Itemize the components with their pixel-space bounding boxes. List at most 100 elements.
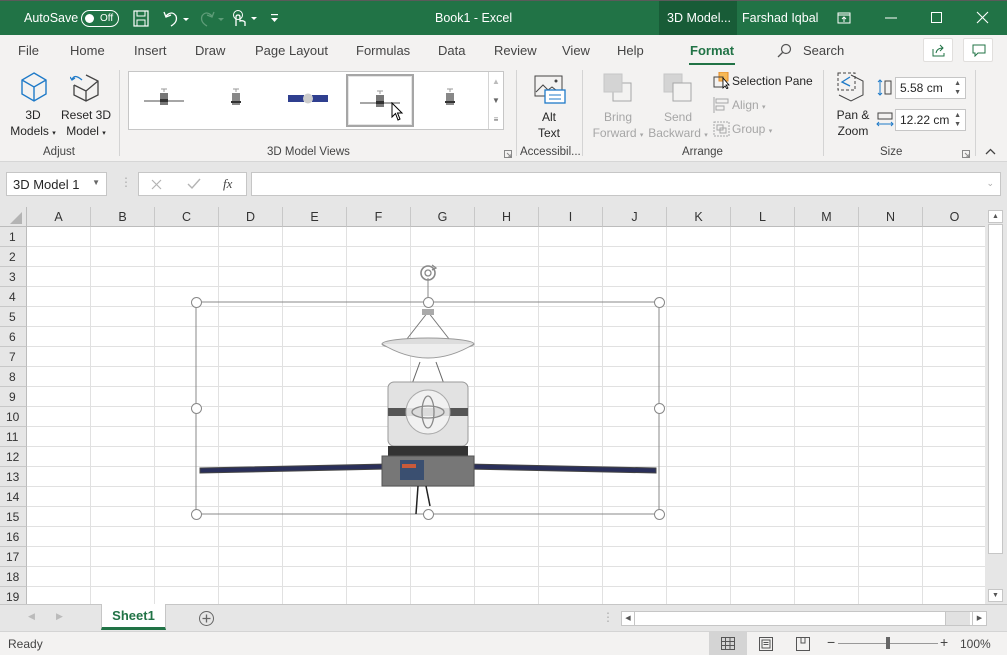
tab-help[interactable]: Help <box>617 43 644 58</box>
user-name[interactable]: Farshad Iqbal <box>742 11 818 25</box>
select-all-button[interactable] <box>0 207 27 227</box>
row-header-14[interactable]: 14 <box>0 487 27 507</box>
resize-handle-top[interactable] <box>423 297 434 308</box>
resize-handle-left[interactable] <box>191 403 202 414</box>
scroll-down-button[interactable]: ▼ <box>988 589 1003 602</box>
vertical-scroll-thumb[interactable] <box>988 224 1003 554</box>
row-header-1[interactable]: 1 <box>0 227 27 247</box>
cancel-icon[interactable] <box>151 179 162 190</box>
column-header-a[interactable]: A <box>27 207 91 227</box>
scroll-up-button[interactable]: ▲ <box>988 210 1003 223</box>
comments-button[interactable] <box>963 38 993 62</box>
name-box[interactable]: 3D Model 1 ▼ <box>6 172 107 196</box>
row-header-3[interactable]: 3 <box>0 267 27 287</box>
row-header-9[interactable]: 9 <box>0 387 27 407</box>
resize-handle-top-right[interactable] <box>654 297 665 308</box>
scroll-left-button[interactable]: ◀ <box>622 612 635 625</box>
customize-qat-icon[interactable] <box>270 12 280 24</box>
tab-draw[interactable]: Draw <box>195 43 225 58</box>
scroll-right-button[interactable]: ▶ <box>972 612 986 625</box>
zoom-in-button[interactable]: + <box>940 634 948 650</box>
resize-handle-top-left[interactable] <box>191 297 202 308</box>
tab-data[interactable]: Data <box>438 43 465 58</box>
row-header-5[interactable]: 5 <box>0 307 27 327</box>
resize-handle-right[interactable] <box>654 403 665 414</box>
column-header-i[interactable]: I <box>539 207 603 227</box>
close-icon[interactable] <box>976 11 989 24</box>
formula-input[interactable]: ⌄ <box>251 172 1001 196</box>
maximize-icon[interactable] <box>931 12 943 24</box>
column-header-o[interactable]: O <box>923 207 987 227</box>
height-spinner[interactable]: ▲ ▼ <box>954 79 961 97</box>
dialog-launcher-icon[interactable] <box>504 150 512 158</box>
resize-handle-bottom-left[interactable] <box>191 509 202 520</box>
row-header-17[interactable]: 17 <box>0 547 27 567</box>
expand-formula-bar-icon[interactable]: ⌄ <box>986 178 994 189</box>
resize-handle-bottom-right[interactable] <box>654 509 665 520</box>
sheet-tab-sheet1[interactable]: Sheet1 <box>101 604 166 630</box>
column-header-c[interactable]: C <box>155 207 219 227</box>
column-header-h[interactable]: H <box>475 207 539 227</box>
row-header-2[interactable]: 2 <box>0 247 27 267</box>
3d-view-option-1[interactable] <box>132 74 200 127</box>
row-header-12[interactable]: 12 <box>0 447 27 467</box>
gallery-scroll-down[interactable]: ▼ <box>488 91 503 110</box>
resize-handle-bottom[interactable] <box>423 509 434 520</box>
share-button[interactable] <box>923 38 953 62</box>
reset-3d-model-button[interactable]: Reset 3D Model ▾ <box>60 69 112 139</box>
tab-page-layout[interactable]: Page Layout <box>255 43 328 58</box>
gallery-more-button[interactable]: ≡ <box>488 110 503 129</box>
row-header-4[interactable]: 4 <box>0 287 27 307</box>
zoom-slider-thumb[interactable] <box>886 637 890 649</box>
tab-formulas[interactable]: Formulas <box>356 43 410 58</box>
tab-review[interactable]: Review <box>494 43 537 58</box>
shape-height-input[interactable]: 5.58 cm ▲ ▼ <box>895 77 966 99</box>
prev-sheet-icon[interactable]: ◀ <box>28 611 35 622</box>
row-header-6[interactable]: 6 <box>0 327 27 347</box>
save-icon[interactable] <box>133 10 149 27</box>
size-dialog-launcher-icon[interactable] <box>962 150 970 158</box>
tab-split-grip[interactable]: ⋮ <box>602 610 614 624</box>
column-header-f[interactable]: F <box>347 207 411 227</box>
name-box-dropdown-icon[interactable]: ▼ <box>92 178 100 187</box>
column-header-m[interactable]: M <box>795 207 859 227</box>
undo-icon[interactable] <box>162 10 190 27</box>
next-sheet-icon[interactable]: ▶ <box>56 611 63 622</box>
touch-mode-icon[interactable] <box>230 9 260 28</box>
normal-view-button[interactable] <box>709 632 747 655</box>
ribbon-display-options-icon[interactable] <box>837 11 851 25</box>
formula-bar-grip[interactable]: ⋮ <box>120 175 132 189</box>
tab-view[interactable]: View <box>562 43 590 58</box>
column-header-k[interactable]: K <box>667 207 731 227</box>
insert-function-icon[interactable]: fx <box>223 176 232 192</box>
horizontal-scrollbar[interactable]: ◀ ▶ <box>621 611 987 626</box>
search-label[interactable]: Search <box>803 43 844 58</box>
column-header-e[interactable]: E <box>283 207 347 227</box>
3d-models-button[interactable]: 3D Models ▾ <box>8 69 58 139</box>
worksheet-grid[interactable]: ABCDEFGHIJKLMNO 1 2 3 4 5 6 7 8 9 10 11 12 13 14 15 16 1… <box>0 207 1007 607</box>
3d-view-option-5[interactable] <box>418 74 486 127</box>
selection-pane-button[interactable]: Selection Pane <box>712 72 816 90</box>
3d-view-option-3[interactable] <box>276 74 344 127</box>
page-layout-view-icon[interactable] <box>759 637 773 651</box>
zoom-out-button[interactable]: − <box>827 634 835 650</box>
row-header-10[interactable]: 10 <box>0 407 27 427</box>
new-sheet-icon[interactable] <box>198 610 215 627</box>
row-header-8[interactable]: 8 <box>0 367 27 387</box>
row-header-16[interactable]: 16 <box>0 527 27 547</box>
column-header-n[interactable]: N <box>859 207 923 227</box>
column-header-j[interactable]: J <box>603 207 667 227</box>
3d-model-object[interactable] <box>191 264 665 520</box>
row-header-13[interactable]: 13 <box>0 467 27 487</box>
horizontal-scroll-thumb[interactable] <box>636 612 946 625</box>
search-icon[interactable] <box>777 43 792 58</box>
pan-zoom-button[interactable]: Pan & Zoom <box>832 69 874 139</box>
3d-view-option-2[interactable] <box>204 74 272 127</box>
tab-file[interactable]: File <box>18 43 39 58</box>
row-header-15[interactable]: 15 <box>0 507 27 527</box>
autosave-toggle[interactable]: Off <box>81 10 119 27</box>
minimize-icon[interactable] <box>885 17 899 19</box>
row-header-18[interactable]: 18 <box>0 567 27 587</box>
collapse-ribbon-icon[interactable] <box>985 148 996 156</box>
zoom-level[interactable]: 100% <box>960 637 991 651</box>
